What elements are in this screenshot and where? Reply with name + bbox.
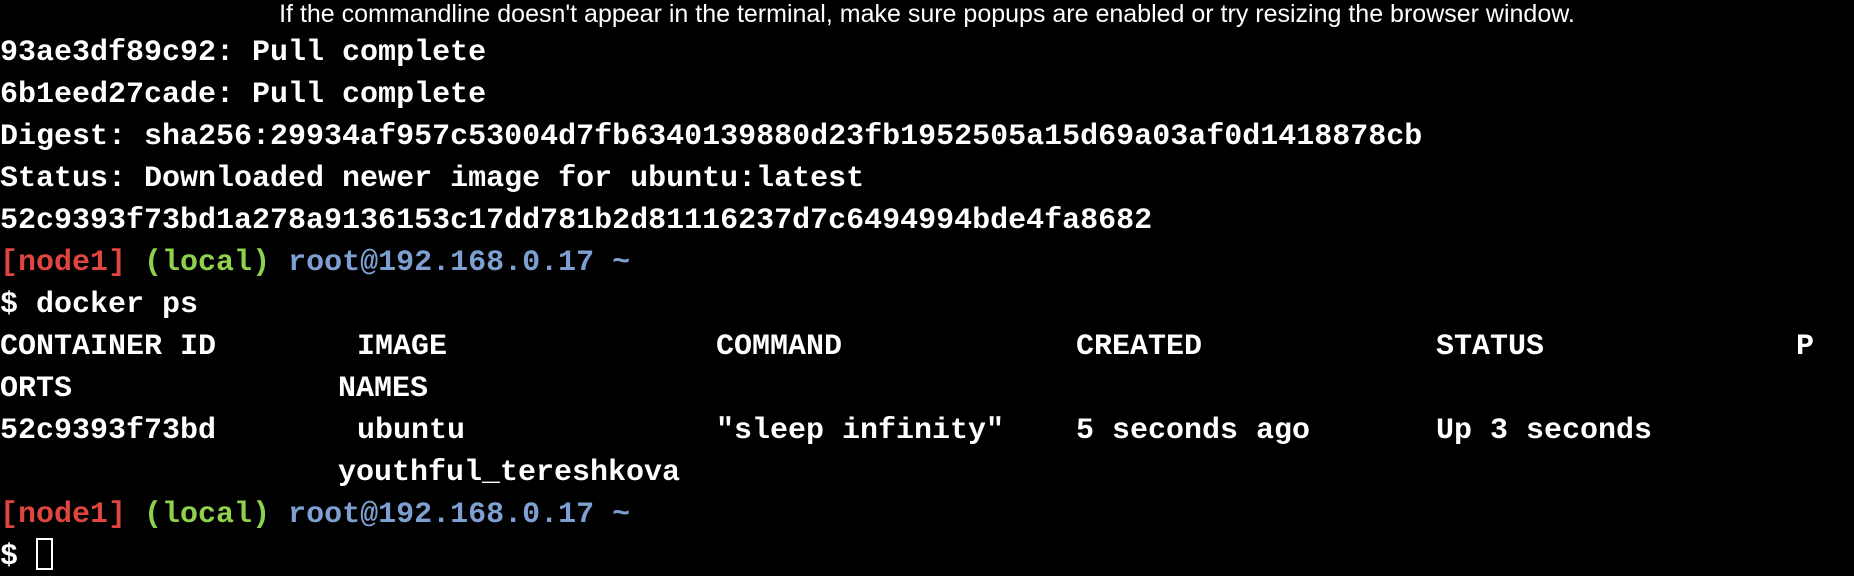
header-names: NAMES: [338, 372, 429, 406]
prompt-local: (local): [144, 246, 271, 280]
prompt-tilde: ~: [612, 498, 631, 532]
container-hash-line: 52c9393f73bd1a278a9136153c17dd781b2d8111…: [0, 204, 1153, 238]
table-row-wrap: youthful_tereshkova: [0, 452, 1854, 494]
command-line: $ docker ps: [0, 284, 1854, 326]
row-command: "sleep infinity": [716, 414, 1005, 448]
prompt-local: (local): [144, 498, 271, 532]
input-line[interactable]: $: [0, 536, 1854, 576]
table-row: 52c9393f73bd ubuntu "sleep infinity" 5 s…: [0, 410, 1854, 452]
pull-complete-line: 6b1eed27cade: Pull complete: [0, 78, 487, 112]
header-ports-end: ORTS: [0, 372, 73, 406]
header-image: IMAGE: [357, 330, 448, 364]
row-container-id: 52c9393f73bd: [0, 414, 217, 448]
prompt-dollar: $: [0, 288, 37, 322]
prompt-tilde: ~: [612, 246, 631, 280]
terminal-cursor[interactable]: [36, 538, 54, 570]
terminal-window[interactable]: 93ae3df89c92: Pull complete 6b1eed27cade…: [0, 32, 1854, 576]
digest-line: Digest: sha256:29934af957c53004d7fb63401…: [0, 120, 1423, 154]
shell-prompt: [node1] (local) root@192.168.0.17 ~: [0, 494, 1854, 536]
prompt-node: [node1]: [0, 498, 127, 532]
status-line: Status: Downloaded newer image for ubunt…: [0, 162, 865, 196]
popup-notice-banner: If the commandline doesn't appear in the…: [279, 0, 1575, 28]
row-image: ubuntu: [357, 414, 466, 448]
header-created: CREATED: [1076, 330, 1203, 364]
row-created: 5 seconds ago: [1076, 414, 1311, 448]
prompt-host: root@192.168.0.17: [288, 498, 595, 532]
pull-complete-line: 93ae3df89c92: Pull complete: [0, 36, 487, 70]
header-ports-start: P: [1796, 330, 1815, 364]
prompt-host: root@192.168.0.17: [288, 246, 595, 280]
row-names: youthful_tereshkova: [338, 456, 681, 490]
table-header-row: CONTAINER ID IMAGE COMMAND CREATED STATU…: [0, 326, 1854, 368]
shell-prompt: [node1] (local) root@192.168.0.17 ~: [0, 242, 1854, 284]
header-command: COMMAND: [716, 330, 843, 364]
row-status: Up 3 seconds: [1436, 414, 1653, 448]
command-text: docker ps: [36, 288, 199, 322]
table-header-row-wrap: ORTS NAMES: [0, 368, 1854, 410]
header-status: STATUS: [1436, 330, 1545, 364]
prompt-dollar: $: [0, 540, 37, 574]
prompt-node: [node1]: [0, 246, 127, 280]
header-container-id: CONTAINER ID: [0, 330, 217, 364]
